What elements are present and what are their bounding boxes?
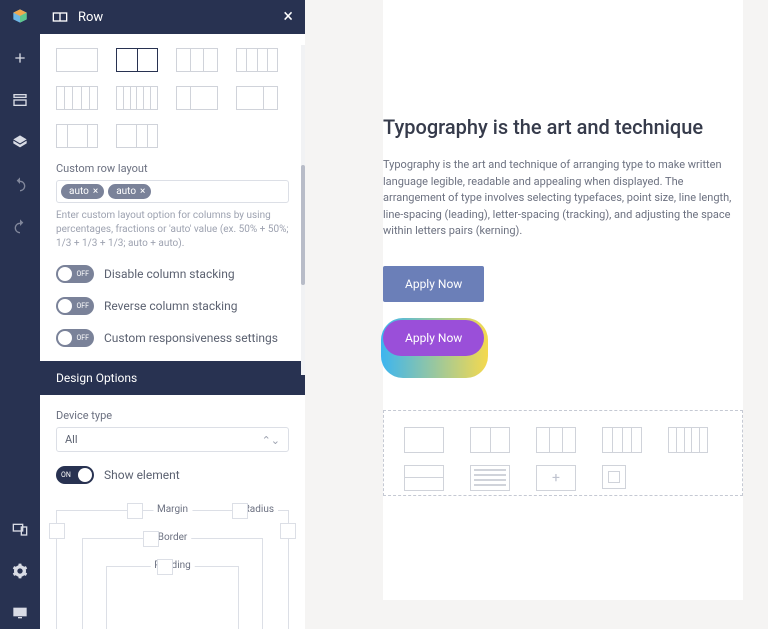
element-placeholder-grid[interactable]: + — [383, 410, 743, 496]
paragraph[interactable]: Typography is the art and technique of a… — [383, 157, 743, 240]
layout-2-1[interactable] — [236, 86, 278, 110]
layout-1-2-1[interactable] — [56, 124, 98, 148]
layout-1-2[interactable] — [176, 86, 218, 110]
panel-header: Row × — [40, 0, 305, 34]
add-icon[interactable] — [12, 50, 28, 66]
layers-icon[interactable] — [12, 134, 28, 150]
layout-2col[interactable] — [116, 48, 158, 72]
element-4col[interactable] — [602, 427, 642, 453]
apply-now-button-1[interactable]: Apply Now — [383, 266, 484, 302]
margin-right-input[interactable] — [280, 523, 296, 539]
settings-panel: Row × Custom row layout auto× aut — [40, 0, 305, 629]
toggle-label: Disable column stacking — [104, 267, 235, 281]
responsiveness-toggle[interactable]: OFF — [56, 329, 94, 347]
custom-layout-input[interactable]: auto× auto× — [56, 180, 289, 203]
element-add[interactable]: + — [536, 465, 576, 491]
margin-top-input[interactable] — [127, 503, 143, 519]
undo-icon[interactable] — [12, 176, 28, 192]
devices-icon[interactable] — [12, 521, 28, 537]
reverse-stacking-toggle[interactable]: OFF — [56, 297, 94, 315]
remove-tag-icon[interactable]: × — [93, 186, 98, 197]
row-icon — [52, 9, 68, 25]
panel-title: Row — [78, 10, 103, 25]
template-icon[interactable] — [12, 92, 28, 108]
custom-layout-label: Custom row layout — [56, 162, 289, 175]
padding-top-input[interactable] — [157, 559, 173, 575]
box-model-control: Margin Radius Border Padding — [56, 498, 289, 629]
toggle-label: Reverse column stacking — [104, 299, 237, 313]
custom-layout-hint: Enter custom layout option for columns b… — [56, 209, 289, 251]
apply-now-button-2-wrap: Apply Now — [383, 320, 484, 374]
layout-2-1-1[interactable] — [116, 124, 158, 148]
scrollbar-thumb[interactable] — [301, 165, 305, 285]
element-2row[interactable] — [404, 465, 444, 491]
settings-icon[interactable] — [12, 563, 28, 579]
layout-tag[interactable]: auto× — [108, 184, 151, 199]
design-options-section[interactable]: Design Options — [40, 361, 305, 395]
layout-4col[interactable] — [236, 48, 278, 72]
logo-icon — [12, 8, 28, 24]
caret-icon: ⌃⌄ — [262, 434, 280, 447]
show-element-toggle[interactable]: ON — [56, 466, 94, 484]
canvas[interactable]: Typography is the art and technique Typo… — [305, 0, 768, 629]
remove-tag-icon[interactable]: × — [140, 186, 145, 197]
device-type-select[interactable]: All ⌃⌄ — [56, 427, 289, 452]
layout-6col[interactable] — [116, 86, 158, 110]
disable-stacking-toggle[interactable]: OFF — [56, 265, 94, 283]
layout-3col[interactable] — [176, 48, 218, 72]
redo-icon[interactable] — [12, 218, 28, 234]
element-3col[interactable] — [536, 427, 576, 453]
left-rail — [0, 0, 40, 629]
desktop-icon[interactable] — [12, 605, 28, 621]
toggle-label: Show element — [104, 468, 180, 482]
element-text[interactable] — [470, 465, 510, 491]
layout-1col[interactable] — [56, 48, 98, 72]
toggle-label: Custom responsiveness settings — [104, 331, 278, 345]
element-2col[interactable] — [470, 427, 510, 453]
layout-5col[interactable] — [56, 86, 98, 110]
layout-tag[interactable]: auto× — [61, 184, 104, 199]
row-layout-presets — [56, 48, 289, 148]
device-type-label: Device type — [56, 409, 289, 422]
radius-tl-input[interactable] — [232, 503, 248, 519]
border-top-input[interactable] — [143, 531, 159, 547]
page-preview: Typography is the art and technique Typo… — [383, 0, 743, 600]
apply-now-button-2[interactable]: Apply Now — [383, 320, 484, 356]
margin-left-input[interactable] — [49, 523, 65, 539]
heading[interactable]: Typography is the art and technique — [383, 115, 743, 139]
close-icon[interactable]: × — [283, 8, 293, 26]
element-1col[interactable] — [404, 427, 444, 453]
element-5col[interactable] — [668, 427, 708, 453]
element-single[interactable] — [602, 465, 626, 489]
